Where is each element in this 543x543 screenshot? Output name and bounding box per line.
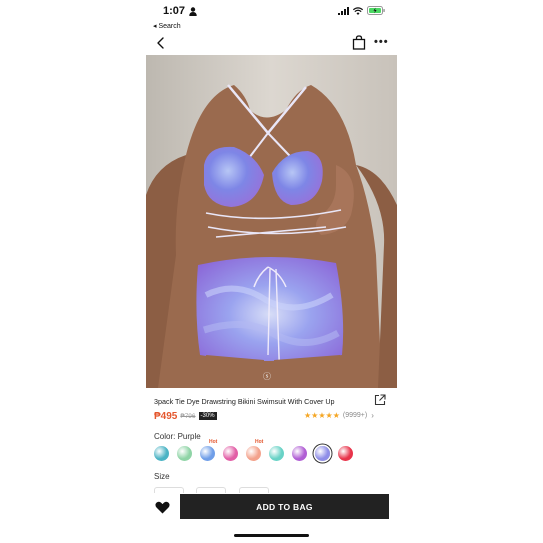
image-watermark: ⓢ bbox=[263, 372, 271, 381]
price-row: ₱495 ₱796 -30% bbox=[154, 410, 217, 422]
color-swatch-peach[interactable] bbox=[246, 446, 261, 461]
shopping-bag-icon[interactable] bbox=[352, 35, 366, 50]
wifi-icon bbox=[353, 6, 363, 15]
color-swatch-red[interactable] bbox=[338, 446, 353, 461]
star-rating: ★★★★★ bbox=[304, 410, 340, 420]
size-option[interactable] bbox=[154, 487, 184, 493]
color-swatch-blue[interactable] bbox=[200, 446, 215, 461]
status-bar: 1:07 ◂ Search bbox=[146, 4, 397, 30]
current-price: ₱495 bbox=[154, 410, 178, 422]
discount-badge: -30% bbox=[198, 412, 217, 420]
heart-icon[interactable] bbox=[155, 501, 170, 514]
size-option[interactable] bbox=[196, 487, 226, 493]
battery-icon bbox=[367, 6, 385, 15]
more-options-button[interactable]: ••• bbox=[374, 36, 389, 48]
phone-screen: 1:07 ◂ Search ••• ⓢ 3pack Tie Dye Drawst… bbox=[146, 0, 397, 543]
product-title: 3pack Tie Dye Drawstring Bikini Swimsuit… bbox=[154, 397, 335, 406]
chevron-left-icon[interactable] bbox=[154, 36, 168, 50]
color-swatch-mint[interactable] bbox=[177, 446, 192, 461]
hot-badge: Hot bbox=[209, 439, 218, 445]
color-swatch-teal[interactable] bbox=[154, 446, 169, 461]
size-options-partial bbox=[154, 487, 274, 493]
original-price: ₱796 bbox=[180, 412, 196, 420]
status-time: 1:07 bbox=[163, 5, 186, 17]
rating-summary[interactable]: ★★★★★ (9999+) › bbox=[304, 411, 374, 420]
hot-badge: Hot bbox=[255, 439, 264, 445]
back-to-search-link[interactable]: ◂ Search bbox=[153, 22, 181, 30]
size-option[interactable] bbox=[239, 487, 269, 493]
color-label: Color: Purple bbox=[154, 432, 201, 441]
home-indicator bbox=[234, 534, 309, 537]
add-to-bag-button[interactable]: ADD TO BAG bbox=[180, 494, 389, 519]
signal-icon bbox=[338, 6, 349, 15]
color-swatch-aqua[interactable] bbox=[269, 446, 284, 461]
color-swatch-purple[interactable] bbox=[315, 446, 330, 461]
status-indicators bbox=[338, 6, 385, 15]
product-image[interactable]: ⓢ bbox=[146, 55, 397, 388]
color-swatches: Hot Hot bbox=[152, 439, 397, 463]
color-swatch-pink[interactable] bbox=[223, 446, 238, 461]
person-icon bbox=[189, 7, 197, 16]
chevron-right-icon: › bbox=[371, 411, 374, 420]
review-count: (9999+) bbox=[342, 412, 368, 419]
share-icon[interactable] bbox=[374, 394, 386, 406]
nav-bar: ••• bbox=[146, 32, 397, 54]
product-photo bbox=[146, 55, 397, 388]
size-label: Size bbox=[154, 472, 170, 481]
color-swatch-violet[interactable] bbox=[292, 446, 307, 461]
